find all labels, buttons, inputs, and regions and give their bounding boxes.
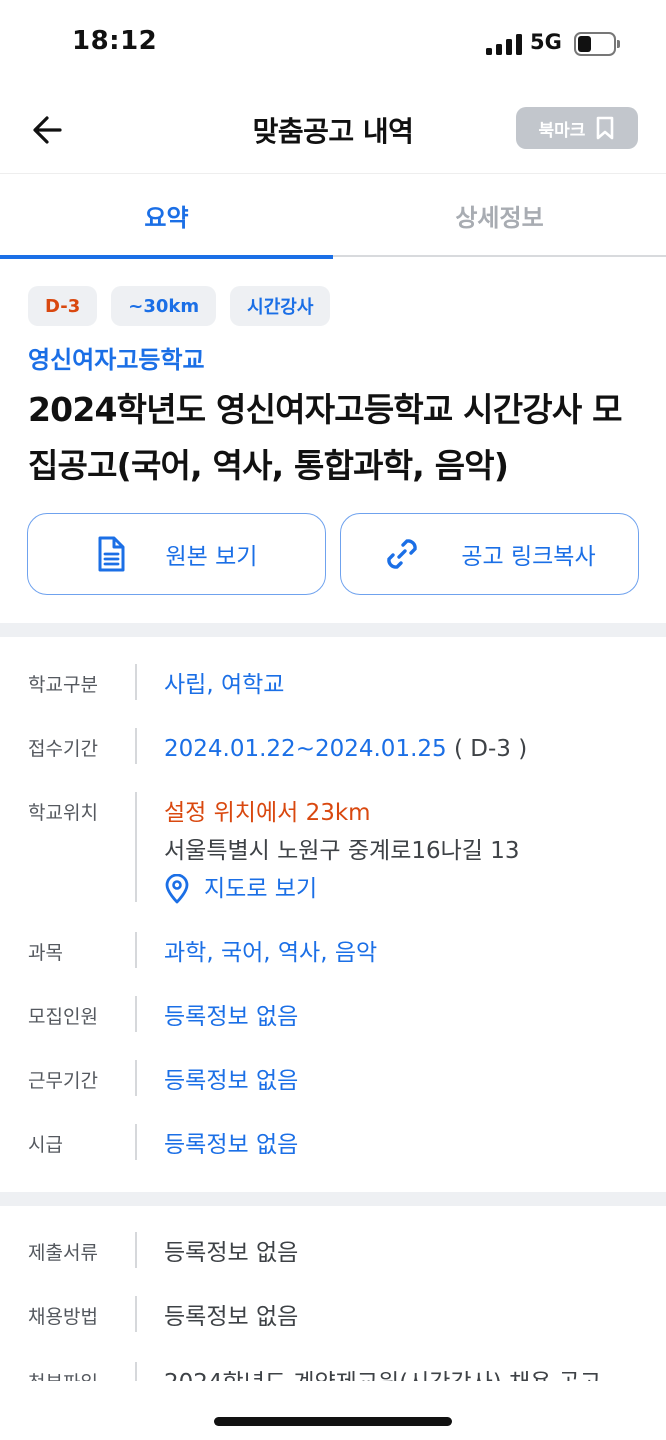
dday-chip: D-3 bbox=[28, 286, 98, 326]
bookmark-icon bbox=[597, 116, 614, 140]
link-icon bbox=[387, 539, 418, 569]
documents-value: 등록정보 없음 bbox=[164, 1240, 299, 1266]
location-distance: 설정 위치에서 23km bbox=[164, 800, 371, 826]
bottom-safe-area bbox=[0, 1381, 666, 1440]
row-separator bbox=[135, 1296, 137, 1332]
post-title: 2024학년도 영신여자고등학교 시간강사 모집공고(국어, 역사, 통합과학,… bbox=[28, 390, 622, 485]
location-value: 설정 위치에서 23km 서울특별시 노원구 중계로16나길 13 지도로 보기 bbox=[164, 794, 520, 908]
info-label: 학교위치 bbox=[28, 802, 98, 824]
row-separator bbox=[135, 1232, 137, 1268]
info-label: 접수기간 bbox=[28, 738, 98, 760]
row-separator bbox=[135, 932, 137, 968]
view-original-label: 원본 보기 bbox=[165, 544, 258, 570]
hourly-pay-value: 등록정보 없음 bbox=[164, 1132, 299, 1158]
job-type-chip: 시간강사 bbox=[230, 286, 331, 326]
info-label: 제출서류 bbox=[28, 1242, 98, 1264]
school-name: 영신여자고등학교 bbox=[28, 346, 205, 374]
row-separator bbox=[135, 792, 137, 902]
subject-value: 과학, 국어, 역사, 음악 bbox=[164, 940, 378, 966]
copy-link-button[interactable]: 공고 링크복사 bbox=[340, 513, 639, 595]
row-separator bbox=[135, 1124, 137, 1160]
info-label: 채용방법 bbox=[28, 1306, 98, 1328]
info-label: 모집인원 bbox=[28, 1006, 98, 1028]
info-label: 과목 bbox=[28, 942, 63, 964]
row-separator bbox=[135, 728, 137, 764]
status-bar: 18:12 5G bbox=[0, 0, 666, 90]
distance-chip: ~30km bbox=[111, 286, 217, 326]
info-label: 학교구분 bbox=[28, 674, 98, 696]
section-divider bbox=[0, 623, 666, 637]
row-separator bbox=[135, 664, 137, 700]
view-original-button[interactable]: 원본 보기 bbox=[27, 513, 326, 595]
recruit-value: 등록정보 없음 bbox=[164, 1004, 299, 1030]
status-time: 18:12 bbox=[72, 26, 158, 56]
tab-bar: 요약 상세정보 bbox=[0, 174, 666, 259]
period-dates: 2024.01.22~2024.01.25 bbox=[164, 736, 447, 762]
tab-detail[interactable]: 상세정보 bbox=[333, 174, 666, 257]
home-indicator bbox=[214, 1417, 452, 1426]
copy-link-label: 공고 링크복사 bbox=[461, 544, 596, 570]
row-separator bbox=[135, 996, 137, 1032]
period-dday: ( D-3 ) bbox=[453, 736, 528, 762]
battery-icon bbox=[574, 32, 620, 56]
view-map-label: 지도로 보기 bbox=[204, 876, 318, 902]
period-value: 2024.01.22~2024.01.25 ( D-3 ) bbox=[164, 730, 527, 768]
chip-group: D-3 ~30km 시간강사 bbox=[28, 286, 331, 326]
method-value: 등록정보 없음 bbox=[164, 1304, 299, 1330]
signal-icon bbox=[486, 33, 522, 55]
row-separator bbox=[135, 1060, 137, 1096]
action-buttons: 원본 보기 공고 링크복사 bbox=[27, 513, 639, 595]
location-address: 서울특별시 노원구 중계로16나길 13 bbox=[164, 838, 520, 864]
header: 맞춤공고 내역 북마크 bbox=[0, 90, 666, 174]
school-type-value: 사립, 여학교 bbox=[164, 672, 285, 698]
network-type: 5G bbox=[530, 30, 562, 54]
view-map-link[interactable]: 지도로 보기 bbox=[164, 870, 520, 908]
tab-summary[interactable]: 요약 bbox=[0, 174, 333, 259]
bookmark-label: 북마크 bbox=[538, 120, 586, 141]
info-label: 시급 bbox=[28, 1134, 63, 1156]
section-divider bbox=[0, 1192, 666, 1206]
bookmark-button[interactable]: 북마크 bbox=[516, 107, 638, 149]
map-pin-icon bbox=[165, 874, 189, 904]
document-icon bbox=[98, 536, 125, 572]
info-label: 근무기간 bbox=[28, 1070, 98, 1092]
work-period-value: 등록정보 없음 bbox=[164, 1068, 299, 1094]
